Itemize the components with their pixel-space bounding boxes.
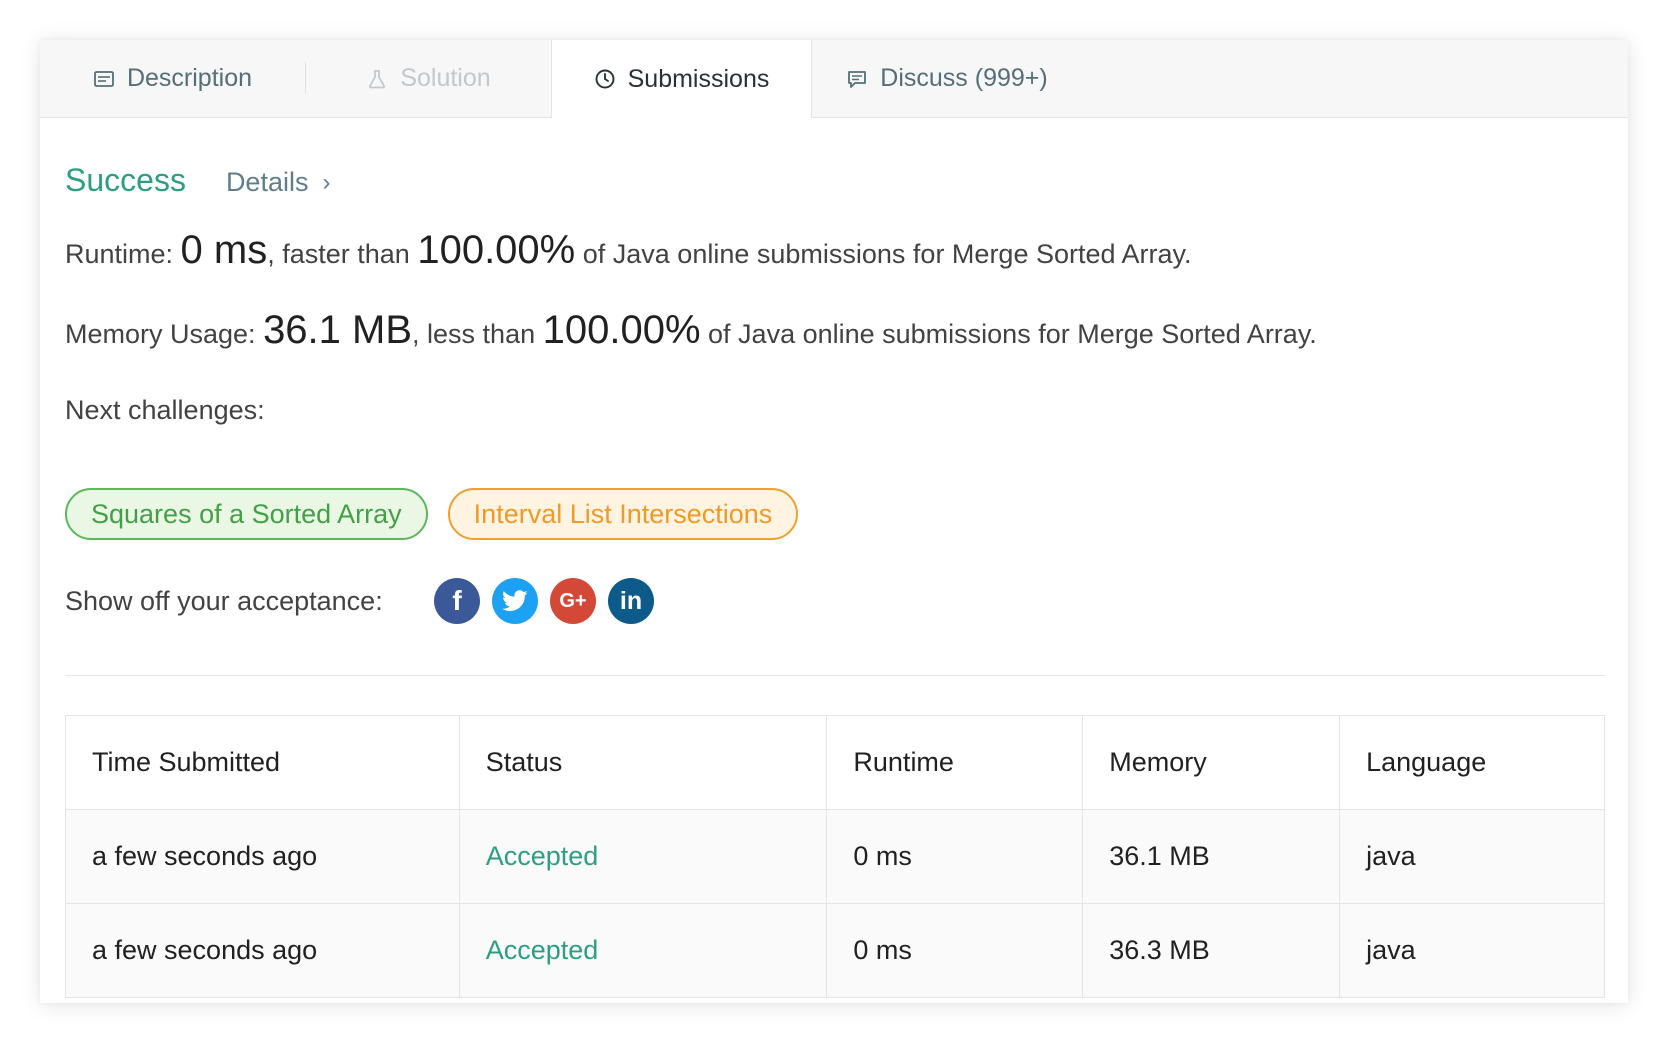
memory-mid: , less than (412, 319, 543, 349)
twitter-icon[interactable] (492, 578, 538, 624)
memory-value: 36.1 MB (263, 308, 413, 352)
result-status-row: Success Details › (65, 162, 330, 199)
next-challenges-heading: Next challenges: (65, 395, 265, 425)
memory-line: Memory Usage: 36.1 MB, less than 100.00%… (65, 308, 1317, 353)
share-row: Show off your acceptance: f G+ in (65, 578, 666, 624)
linkedin-icon[interactable]: in (608, 578, 654, 624)
challenge-interval-list-intersections[interactable]: Interval List Intersections (447, 488, 799, 540)
cell-memory: 36.3 MB (1082, 903, 1341, 998)
details-label: Details (225, 167, 309, 197)
chevron-right-icon: › (322, 168, 331, 196)
google-plus-glyph: G+ (559, 589, 587, 612)
runtime-tail: of Java online submissions for Merge Sor… (575, 239, 1192, 269)
details-link[interactable]: Details › (226, 167, 331, 198)
table-header-row: Time Submitted Status Runtime Memory Lan… (65, 715, 1605, 810)
runtime-line: Runtime: 0 ms, faster than 100.00% of Ja… (65, 228, 1192, 273)
runtime-label: Runtime: (65, 239, 181, 269)
memory-percent: 100.00% (542, 308, 701, 352)
memory-label: Memory Usage: (65, 319, 264, 349)
tab-discuss-label: Discuss (999+) (880, 64, 1048, 92)
cell-memory: 36.1 MB (1082, 809, 1341, 904)
description-icon (93, 68, 115, 90)
memory-tail: of Java online submissions for Merge Sor… (700, 319, 1317, 349)
comment-icon (846, 68, 868, 90)
facebook-glyph: f (452, 585, 462, 616)
tab-bar: Description Solution Submissions Discuss… (40, 40, 1628, 118)
challenge-list: Squares of a Sorted Array Interval List … (65, 488, 799, 540)
facebook-icon[interactable]: f (434, 578, 480, 624)
cell-runtime: 0 ms (826, 903, 1084, 998)
header-status[interactable]: Status (458, 715, 828, 810)
submissions-table: Time Submitted Status Runtime Memory Lan… (65, 715, 1605, 998)
table-row: a few seconds ago Accepted 0 ms 36.3 MB … (65, 903, 1605, 998)
header-memory[interactable]: Memory (1082, 715, 1341, 810)
accepted-link[interactable]: Accepted (486, 935, 599, 965)
clock-icon (594, 68, 616, 90)
tab-solution[interactable]: Solution (306, 40, 551, 117)
cell-language: java (1339, 809, 1605, 904)
submission-card: Description Solution Submissions Discuss… (40, 40, 1628, 1003)
header-time-submitted[interactable]: Time Submitted (65, 715, 460, 810)
success-status: Success (65, 162, 186, 198)
cell-time-submitted: a few seconds ago (65, 809, 460, 904)
runtime-percent: 100.00% (417, 228, 576, 272)
header-runtime[interactable]: Runtime (826, 715, 1084, 810)
tab-description[interactable]: Description (40, 40, 305, 117)
share-label: Show off your acceptance: (65, 585, 383, 616)
cell-status: Accepted (458, 903, 828, 998)
flask-icon (366, 68, 388, 90)
runtime-value: 0 ms (180, 228, 268, 272)
google-plus-icon[interactable]: G+ (550, 578, 596, 624)
cell-status: Accepted (458, 809, 828, 904)
accepted-link[interactable]: Accepted (486, 841, 599, 871)
twitter-bird-icon (502, 590, 528, 611)
tab-submissions-label: Submissions (627, 64, 770, 93)
header-language[interactable]: Language (1339, 715, 1605, 810)
cell-time-submitted: a few seconds ago (65, 903, 460, 998)
cell-runtime: 0 ms (826, 809, 1084, 904)
cell-language: java (1339, 903, 1605, 998)
tab-solution-label: Solution (400, 64, 491, 92)
section-divider (65, 675, 1605, 676)
tab-discuss[interactable]: Discuss (999+) (812, 40, 1082, 117)
tab-description-label: Description (126, 64, 253, 92)
challenge-squares-of-a-sorted-array[interactable]: Squares of a Sorted Array (65, 488, 428, 540)
tab-submissions[interactable]: Submissions (551, 40, 812, 118)
linkedin-glyph: in (619, 586, 643, 615)
runtime-mid: , faster than (267, 239, 418, 269)
table-row: a few seconds ago Accepted 0 ms 36.1 MB … (65, 809, 1605, 904)
